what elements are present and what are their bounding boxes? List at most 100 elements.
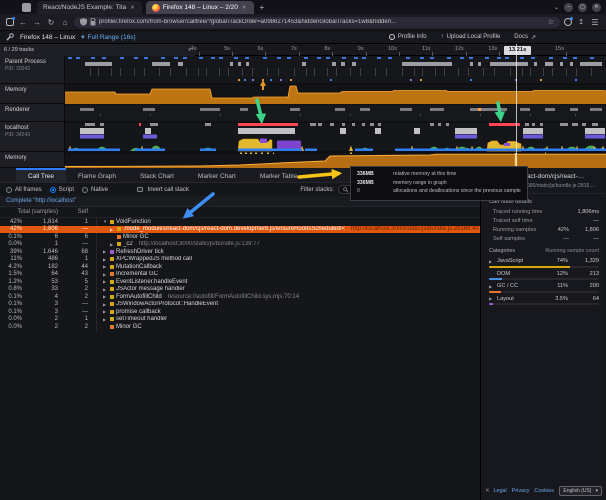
expand-icon[interactable]: ▶ — [489, 284, 494, 289]
category-square-icon — [110, 325, 114, 329]
ruler-tick: 7s — [277, 46, 297, 52]
call-tree-row[interactable]: 0.0%1—▶_c2http://localhost:3000/static/j… — [0, 241, 480, 249]
close-button[interactable]: ✕ — [592, 3, 601, 12]
new-tab-button[interactable]: + — [260, 3, 265, 12]
tab-stack-chart[interactable]: Stack Chart — [128, 168, 186, 182]
expand-icon[interactable]: ▶ — [103, 264, 108, 269]
call-tree-row[interactable]: 1.5%6443▶Incremental GC — [0, 271, 480, 279]
shield-icon[interactable] — [80, 18, 87, 26]
footer-link-privacy[interactable]: Privacy — [512, 488, 530, 494]
bookmark-star-icon[interactable]: ☆ — [548, 18, 554, 26]
category-row-layout[interactable]: ▶Layout3.5%64 — [481, 295, 605, 308]
jank-marker[interactable] — [238, 123, 298, 126]
tab-close-icon[interactable]: ✕ — [129, 5, 136, 11]
column-total[interactable]: Total (samples) — [0, 209, 58, 215]
call-tree-row[interactable]: 42%1,806—▶./node_modules/react-dom/cjs/r… — [0, 226, 480, 234]
call-tree-row[interactable]: 0.1%66Minor GC — [0, 233, 480, 241]
tab-flame-graph[interactable]: Flame Graph — [66, 168, 128, 182]
tab-marker-table[interactable]: Marker Table — [248, 168, 309, 182]
call-tree-row[interactable]: 11%4861▶XPCWrappedJS method call — [0, 256, 480, 264]
dismiss-icon[interactable]: ✕ — [485, 488, 490, 494]
track-label-memory[interactable]: Memory — [0, 84, 65, 104]
docs-link[interactable]: Docs ↗ — [514, 34, 536, 41]
tab-list-chevron-icon[interactable]: ⌄ — [554, 4, 559, 11]
footer-link-legal[interactable]: Legal — [494, 488, 507, 494]
call-tree-row[interactable]: 0.0%22Minor GC — [0, 323, 480, 331]
expand-icon[interactable]: ▶ — [110, 242, 115, 247]
filter-native[interactable]: Native — [82, 187, 108, 193]
profiler-logo-icon — [6, 33, 14, 41]
footer-link-cookies[interactable]: Cookies — [534, 488, 553, 494]
url-bar[interactable]: profiler.firefox.com/from-browser/calltr… — [74, 17, 560, 28]
track-label-memory[interactable]: Memory — [0, 152, 65, 168]
back-icon[interactable]: ← — [18, 18, 28, 27]
timeline-hover-line — [516, 44, 517, 168]
tab-call-tree[interactable]: Call Tree — [16, 168, 66, 182]
maximize-button[interactable]: ▢ — [578, 3, 587, 12]
function-name: FormAutofillChild — [116, 294, 162, 300]
expand-icon[interactable]: ▶ — [489, 296, 494, 301]
call-tree-row[interactable]: 4.2%18244▶MutationCallback — [0, 263, 480, 271]
call-tree-row[interactable]: 0.0%21▶setTimeout handler — [0, 316, 480, 324]
browser-tab-react-nodejs[interactable]: React/NodeJS Example: Tita ✕ — [37, 1, 142, 14]
call-tree-row[interactable]: 0.8%332▶JSActor message handler — [0, 286, 480, 294]
expand-icon[interactable]: ▶ — [103, 317, 108, 322]
column-self[interactable]: Self — [58, 209, 88, 215]
home-icon[interactable]: ⌂ — [60, 18, 70, 27]
call-tree-row[interactable]: 0.1%3—▶JSWindowActorProtocol::HandleEven… — [0, 301, 480, 309]
expand-icon[interactable]: ▶ — [103, 279, 108, 284]
menu-icon[interactable]: ☰ — [590, 18, 600, 27]
track-label-renderer[interactable]: Renderer — [0, 104, 65, 122]
expand-icon[interactable]: ▶ — [103, 294, 108, 299]
expand-icon[interactable]: ▶ — [103, 272, 108, 277]
category-square-icon — [110, 220, 114, 224]
tab-close-icon[interactable]: ✕ — [241, 5, 248, 11]
lock-icon — [90, 18, 96, 26]
tab-marker-chart[interactable]: Marker Chart — [186, 168, 248, 182]
tooltip-row: 336MBrelative memory at this time — [357, 170, 521, 179]
tracks-dropdown[interactable]: 6 / 29 tracks ▾ — [0, 44, 195, 56]
tab-overview-icon[interactable] — [6, 18, 14, 26]
filter-script[interactable]: Script — [50, 187, 74, 193]
chevron-down-icon: ▾ — [81, 33, 84, 41]
invert-call-stack-checkbox[interactable] — [137, 187, 143, 193]
track-label-parent-process[interactable]: Parent ProcessPID: 20042 — [0, 56, 65, 84]
range-selector[interactable]: ▾ Full Range (16s) — [81, 33, 135, 41]
expand-icon[interactable]: ▶ — [103, 287, 108, 292]
reload-icon[interactable]: ↻ — [46, 18, 56, 27]
account-icon[interactable] — [564, 18, 572, 26]
expand-icon[interactable]: ▼ — [103, 219, 108, 224]
upload-local-profile-button[interactable]: ↑ Upload Local Profile — [441, 34, 501, 40]
expand-icon[interactable]: ▶ — [103, 257, 108, 262]
category-bar — [489, 266, 599, 268]
minimize-button[interactable]: – — [564, 3, 573, 12]
expand-icon[interactable]: ▶ — [110, 227, 115, 232]
category-row-dom[interactable]: DOM12%213 — [481, 270, 605, 283]
category-square-icon — [117, 235, 121, 239]
detail-row: Running samples42%1,806 — [481, 225, 605, 234]
expand-icon[interactable]: ▶ — [103, 309, 108, 314]
browser-tab-profiler[interactable]: Firefox 148 – Linux – 2/20 ✕ — [146, 1, 254, 14]
language-select[interactable]: English (US) ▾ — [559, 486, 602, 496]
expand-icon[interactable]: ▶ — [103, 302, 108, 307]
call-tree-row[interactable]: 39%1,64668▶RefreshDriver tick — [0, 248, 480, 256]
chevron-down-icon: ▾ — [595, 488, 598, 494]
profile-info-button[interactable]: i Profile Info — [389, 34, 427, 40]
filter-all-frames[interactable]: All frames — [6, 187, 42, 193]
call-tree-row[interactable]: 42%1,8141▼VoidFunction — [0, 218, 480, 226]
share-icon[interactable]: ↥ — [576, 18, 586, 26]
external-link-icon: ↗ — [531, 34, 536, 41]
call-tree-row[interactable]: 0.1%3—▶promise callback — [0, 308, 480, 316]
expand-icon[interactable]: ▶ — [103, 249, 108, 254]
track-label-localhost[interactable]: localhostPID: 34243 — [0, 122, 65, 152]
search-icon — [343, 187, 349, 193]
category-row-javascript[interactable]: ▶JavaScript74%1,329 — [481, 257, 605, 270]
call-tree-row[interactable]: 0.1%42▶FormAutofillChildresource://autof… — [0, 293, 480, 301]
category-bar — [489, 291, 599, 293]
ruler-tick: 8s — [310, 46, 330, 52]
pinned-tab-icon[interactable] — [22, 3, 31, 12]
category-row-gc-cc[interactable]: ▶GC / CC11%200 — [481, 282, 605, 295]
forward-icon[interactable]: → — [32, 18, 42, 27]
expand-icon[interactable]: ▶ — [489, 259, 494, 264]
call-tree-row[interactable]: 1.2%535▶EventListener.handleEvent — [0, 278, 480, 286]
